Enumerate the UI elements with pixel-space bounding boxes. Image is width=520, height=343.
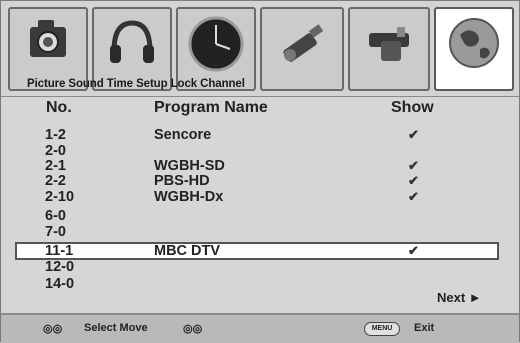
column-header-show: Show (391, 99, 434, 116)
column-header-no: No. (46, 99, 72, 116)
show-checkmark-icon[interactable]: ✔ (408, 244, 419, 258)
channel-list: No. Program Name Show 1-2 Sencore ✔ 2-0 2-1 W… (1, 97, 519, 313)
connector-icon (283, 24, 324, 62)
channel-number: 12-0 (45, 259, 75, 275)
left-right-arrows-icon: ◎◎ (183, 323, 203, 335)
globe-icon (449, 18, 499, 68)
tab-channel[interactable] (434, 7, 514, 91)
program-name: WGBH-Dx (154, 189, 224, 205)
channel-row[interactable]: 7-0 (1, 224, 519, 240)
channel-number: 6-0 (45, 208, 66, 224)
program-name: PBS-HD (154, 173, 210, 189)
channel-number: 1-2 (45, 127, 66, 143)
tab-lock[interactable] (348, 7, 430, 91)
exit-label[interactable]: Exit (414, 322, 434, 334)
program-name: WGBH-SD (154, 158, 225, 174)
channel-number: 2-0 (45, 143, 66, 159)
channel-row[interactable]: 14-0 (1, 276, 519, 292)
lock-icon (369, 27, 409, 61)
category-tab-bar: Picture Sound Time Setup Lock Channel (1, 1, 519, 98)
channel-row[interactable]: 6-0 (1, 208, 519, 224)
headphones-icon (110, 20, 154, 63)
select-move-label: Select Move (84, 322, 148, 334)
clock-icon (188, 16, 244, 72)
show-checkmark-icon[interactable]: ✔ (408, 128, 419, 142)
tab-setup[interactable] (260, 7, 344, 91)
up-down-arrows-icon: ◎◎ (43, 323, 63, 335)
channel-number: 2-2 (45, 173, 66, 189)
next-page-button[interactable]: Next ► (437, 290, 482, 305)
channel-number: 2-1 (45, 158, 66, 174)
channel-row[interactable]: 11-1 MBC DTV ✔ (1, 243, 519, 259)
channel-number: 11-1 (45, 243, 74, 259)
channel-row[interactable]: 12-0 (1, 259, 519, 275)
footer-help-bar: ◎◎ Select Move ◎◎ MENU Exit (1, 313, 519, 343)
menu-key-icon: MENU (364, 322, 400, 336)
channel-row[interactable]: 2-1 WGBH-SD ✔ (1, 158, 519, 174)
show-checkmark-icon[interactable]: ✔ (408, 190, 419, 204)
channel-row[interactable]: 1-2 Sencore ✔ (1, 127, 519, 143)
program-name: Sencore (154, 127, 212, 143)
channel-number: 14-0 (45, 276, 75, 292)
channel-row[interactable]: 2-0 (1, 143, 519, 159)
channel-number: 2-10 (45, 189, 75, 205)
channel-row[interactable]: 2-2 PBS-HD ✔ (1, 173, 519, 189)
program-name: MBC DTV (154, 243, 221, 259)
show-checkmark-icon[interactable]: ✔ (408, 174, 419, 188)
channel-row[interactable]: 2-10 WGBH-Dx ✔ (1, 189, 519, 205)
osd-menu: Picture Sound Time Setup Lock Channel No… (0, 0, 520, 343)
tab-labels: Picture Sound Time Setup Lock Channel (27, 78, 245, 90)
channel-number: 7-0 (45, 224, 66, 240)
camera-icon (30, 20, 66, 57)
show-checkmark-icon[interactable]: ✔ (408, 159, 419, 173)
column-header-program-name: Program Name (154, 99, 268, 116)
